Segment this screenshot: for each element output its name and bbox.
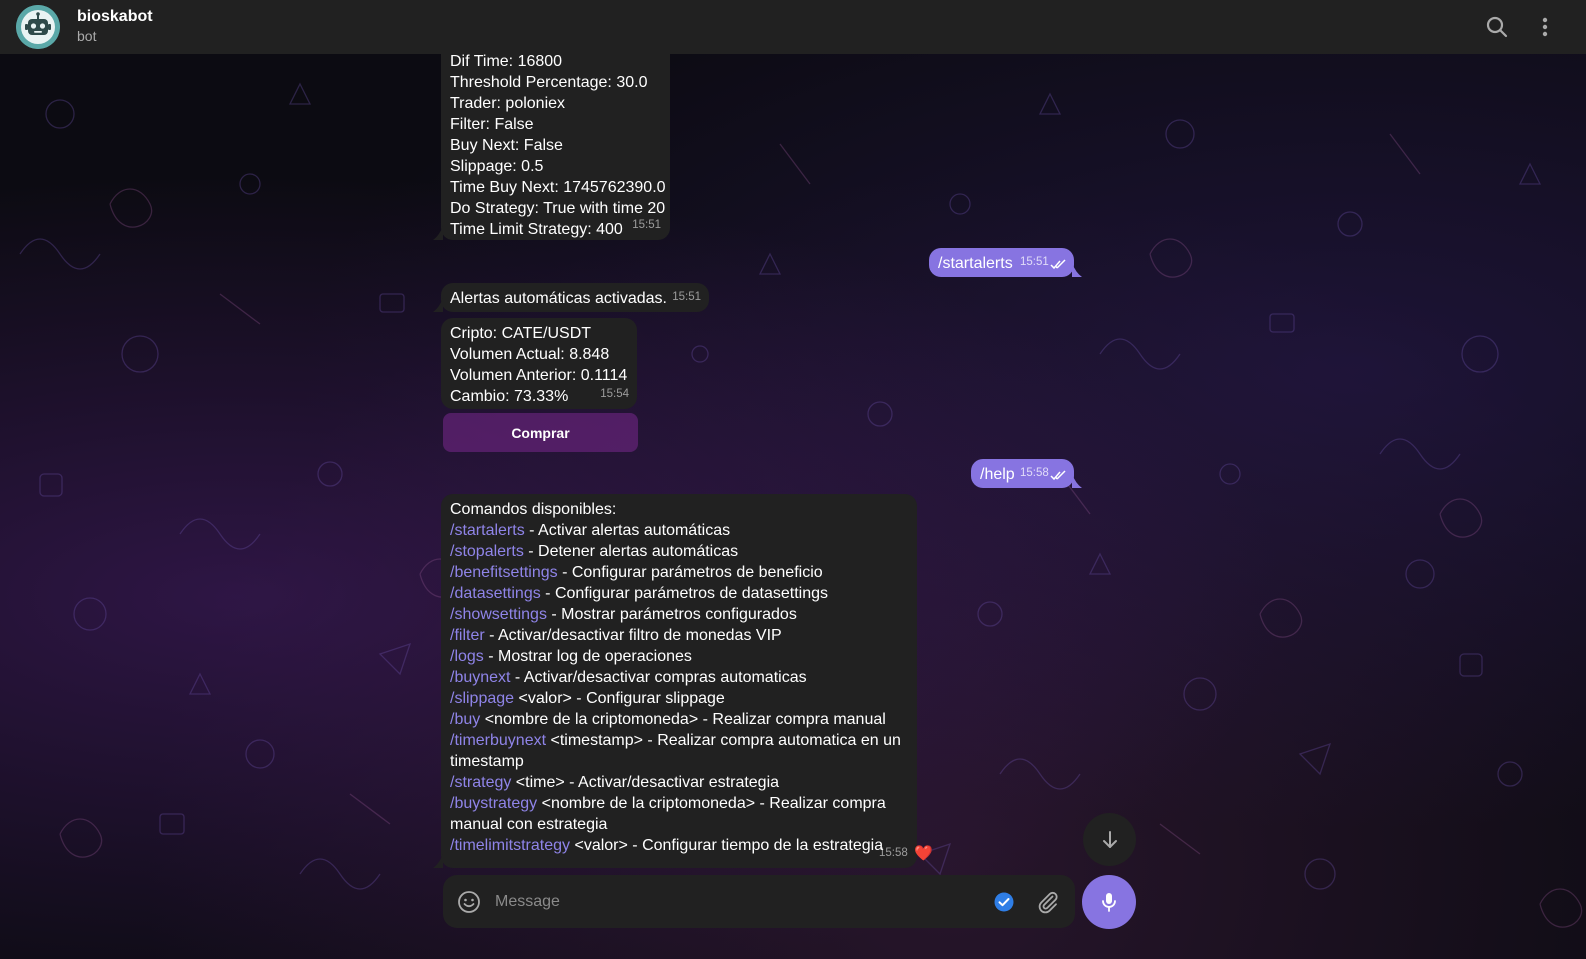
message-line: Time Buy Next: 1745762390.0 (450, 179, 666, 196)
command-link[interactable]: /datasettings (450, 585, 541, 602)
command-row: /datasettings - Configurar parámetros de… (450, 583, 908, 604)
more-vertical-icon[interactable] (1532, 14, 1558, 40)
command-desc: - Activar/desactivar compras automaticas (510, 669, 807, 686)
command-desc: - Activar alertas automáticas (524, 522, 731, 539)
bubble-tail (433, 226, 443, 240)
command-row: /buystrategy <nombre de la criptomoneda>… (450, 793, 908, 814)
command-link[interactable]: /buynext (450, 669, 510, 686)
emoji-icon[interactable] (457, 890, 481, 914)
command-desc: - Activar/desactivar filtro de monedas V… (484, 627, 782, 644)
command-desc: <valor> - Configurar slippage (514, 690, 725, 707)
message-input[interactable] (495, 889, 975, 915)
message-line: Cripto: CATE/USDT (450, 325, 592, 342)
message-line: Time Limit Strategy: 400 (450, 221, 623, 238)
bubble-tail (1072, 263, 1082, 277)
chat-status: bot (77, 28, 97, 44)
command-desc: - Mostrar parámetros configurados (546, 606, 797, 623)
message-bubble-crypto-alert: Cripto: CATE/USDT Volumen Actual: 8.848 … (441, 318, 637, 409)
command-link[interactable]: /timerbuynext (450, 732, 546, 749)
bubble-tail (1072, 474, 1082, 488)
command-row: /timerbuynext <timestamp> - Realizar com… (450, 730, 908, 751)
message-bubble-outgoing: /help 15:58 (971, 459, 1082, 488)
command-row: /benefitsettings - Configurar parámetros… (450, 562, 908, 583)
chat-title[interactable]: bioskabot (77, 8, 153, 26)
command-row: /slippage <valor> - Configurar slippage (450, 688, 908, 709)
message-line: Slippage: 0.5 (450, 158, 544, 175)
command-row: /stopalerts - Detener alertas automática… (450, 541, 908, 562)
scroll-down-button[interactable] (1083, 813, 1136, 866)
command-link[interactable]: /filter (450, 627, 485, 644)
heart-reaction-icon[interactable]: ❤️ (914, 845, 933, 863)
command-link[interactable]: /slippage (450, 690, 514, 707)
buy-inline-button[interactable]: Comprar (443, 413, 638, 452)
message-composer (443, 875, 1075, 928)
message-line: Volumen Anterior: 0.1114 (450, 367, 628, 384)
message-line: Do Strategy: True with time 20 (450, 200, 666, 217)
verified-check-icon[interactable] (994, 892, 1014, 912)
command-desc-continued: manual con estrategia (450, 816, 608, 833)
message-line: Dif Time: 16800 (450, 53, 563, 70)
message-time: 15:51 (632, 219, 661, 231)
command-link[interactable]: /stopalerts (450, 543, 524, 560)
microphone-button[interactable] (1082, 875, 1136, 929)
command-link[interactable]: /benefitsettings (450, 564, 558, 581)
bubble-tail (433, 854, 443, 868)
double-check-icon (1050, 470, 1066, 481)
message-bubble-outgoing: /startalerts 15:51 (929, 248, 1082, 277)
avatar[interactable] (16, 5, 60, 49)
command-desc: - Mostrar log de operaciones (483, 648, 692, 665)
command-row: /startalerts - Activar alertas automátic… (450, 520, 908, 541)
command-desc: <time> - Activar/desactivar estrategia (511, 774, 780, 791)
command-row: /strategy <time> - Activar/desactivar es… (450, 772, 908, 793)
message-line: Threshold Percentage: 30.0 (450, 74, 648, 91)
message-time: 15:51 (672, 291, 701, 303)
command-link[interactable]: /logs (450, 648, 484, 665)
message-time: 15:54 (600, 388, 629, 400)
command-row: /buynext - Activar/desactivar compras au… (450, 667, 908, 688)
message-text: Alertas automáticas activadas. (450, 290, 667, 307)
message-bubble-settings: Dif Time: 16800 Threshold Percentage: 30… (433, 34, 670, 240)
command-row: /filter - Activar/desactivar filtro de m… (450, 625, 908, 646)
command-row: /showsettings - Mostrar parámetros confi… (450, 604, 908, 625)
command-row: /buy <nombre de la criptomoneda> - Reali… (450, 709, 908, 730)
command-link[interactable]: /startalerts (450, 522, 525, 539)
search-icon[interactable] (1484, 14, 1510, 40)
command-desc: <nombre de la criptomoneda> - Realizar c… (537, 795, 886, 812)
arrow-down-icon (1102, 830, 1117, 848)
message-line: Filter: False (450, 116, 534, 133)
command-desc: <nombre de la criptomoneda> - Realizar c… (480, 711, 886, 728)
message-time: 15:58 (1020, 467, 1049, 479)
message-text: /startalerts (938, 255, 1013, 272)
command-desc: - Detener alertas automáticas (523, 543, 739, 560)
command-row: /logs - Mostrar log de operaciones (450, 646, 908, 667)
command-link[interactable]: /timelimitstrategy (450, 837, 570, 854)
command-desc: - Configurar parámetros de beneficio (557, 564, 823, 581)
command-link[interactable]: /showsettings (450, 606, 547, 623)
command-desc: <timestamp> - Realizar compra automatica… (546, 732, 901, 749)
help-title: Comandos disponibles: (450, 501, 617, 518)
message-time: 15:58 (879, 847, 908, 859)
message-bubble-alerts-on: Alertas automáticas activadas. 15:51 (433, 283, 709, 312)
command-desc: <valor> - Configurar tiempo de la estrat… (570, 837, 884, 854)
message-text: /help (980, 466, 1015, 483)
command-link[interactable]: /buystrategy (450, 795, 537, 812)
message-line: Trader: poloniex (450, 95, 566, 112)
attach-icon[interactable] (1036, 890, 1060, 914)
message-bubble-help: Comandos disponibles: /startalerts - Act… (433, 494, 917, 868)
command-desc-continued: timestamp (450, 753, 524, 770)
bubble-tail (433, 298, 443, 312)
message-line: Volumen Actual: 8.848 (450, 346, 610, 363)
command-link[interactable]: /strategy (450, 774, 511, 791)
robot-icon (16, 5, 60, 49)
chat-header: bioskabot bot (0, 0, 1586, 54)
double-check-icon (1050, 259, 1066, 270)
command-row: /timelimitstrategy <valor> - Configurar … (450, 835, 908, 856)
command-link[interactable]: /buy (450, 711, 480, 728)
microphone-icon (1102, 893, 1116, 912)
message-time: 15:51 (1020, 256, 1049, 268)
command-desc: - Configurar parámetros de datasettings (540, 585, 828, 602)
message-line: Buy Next: False (450, 137, 563, 154)
